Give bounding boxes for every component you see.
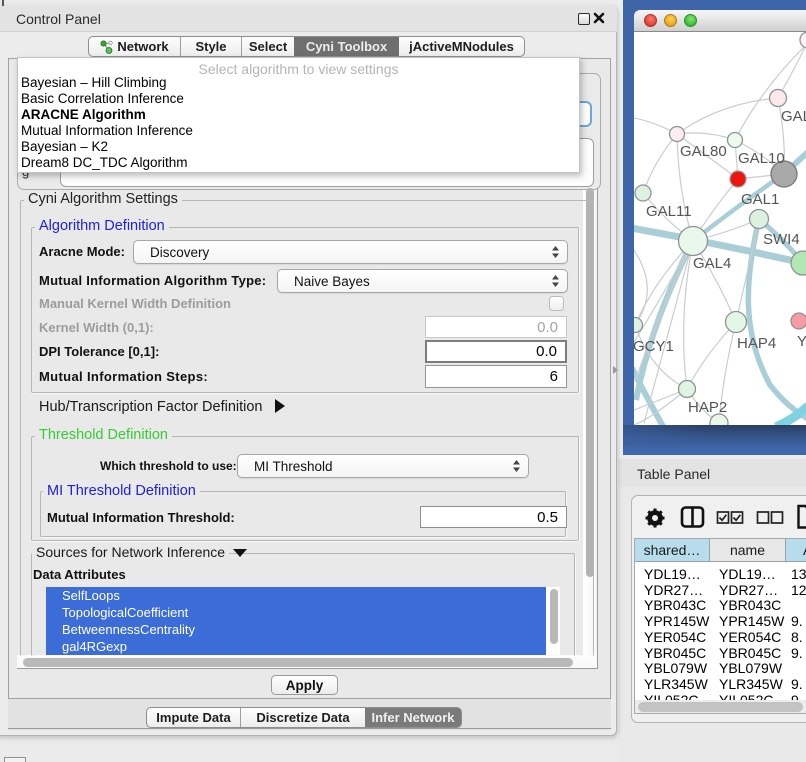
svg-text:SWI4: SWI4: [763, 231, 800, 248]
svg-text:GAL7: GAL7: [781, 108, 806, 125]
svg-text:GAL11: GAL11: [646, 203, 692, 220]
svg-text:GCY1: GCY1: [634, 338, 674, 355]
svg-text:GAL4: GAL4: [693, 255, 731, 272]
svg-text:HAP2: HAP2: [688, 399, 727, 416]
svg-text:GAL1: GAL1: [741, 191, 779, 208]
svg-text:GAL80: GAL80: [680, 143, 727, 160]
svg-text:Y: Y: [797, 333, 806, 350]
svg-text:HAP4: HAP4: [737, 335, 776, 352]
svg-text:GAL10: GAL10: [738, 150, 785, 167]
